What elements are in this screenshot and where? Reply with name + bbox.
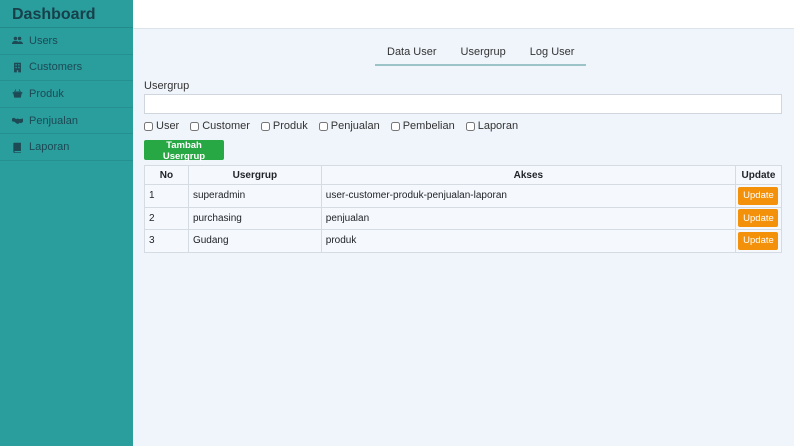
checkbox-laporan-box[interactable] — [465, 121, 475, 131]
column-header-akses: Akses — [320, 165, 736, 185]
cell-akses: user-customer-produk-penjualan-laporan — [320, 184, 736, 208]
table-row: 2 purchasing penjualan Update — [144, 206, 783, 230]
sidebar-item-label: Produk — [29, 87, 64, 100]
sidebar-item-label: Users — [29, 34, 58, 47]
table-row: 1 superadmin user-customer-produk-penjua… — [144, 184, 783, 208]
access-checkboxes: User Customer Produk Penjualan Pembelian… — [144, 120, 529, 132]
checkbox-pembelian-box[interactable] — [390, 121, 400, 131]
cell-update: Update — [734, 229, 783, 253]
checkbox-label: Pembelian — [402, 120, 455, 132]
sidebar-item-customers[interactable]: Customers — [0, 55, 133, 82]
tab-data-user[interactable]: Data User — [375, 42, 449, 64]
update-button[interactable]: Update — [738, 209, 779, 228]
checkbox-customer[interactable]: Customer — [190, 120, 250, 132]
sidebar-item-laporan[interactable]: Laporan — [0, 134, 133, 161]
cell-no: 2 — [144, 206, 189, 230]
checkbox-user[interactable]: User — [144, 120, 179, 132]
cell-usergrup: superadmin — [187, 184, 322, 208]
top-bar — [133, 0, 794, 29]
checkbox-label: Laporan — [477, 120, 519, 132]
sidebar-item-produk[interactable]: Produk — [0, 81, 133, 108]
cell-usergrup: Gudang — [187, 229, 322, 253]
checkbox-penjualan-box[interactable] — [318, 121, 328, 131]
cell-usergrup: purchasing — [187, 206, 322, 230]
main-content: Data User Usergrup Log User Usergrup Use… — [133, 29, 794, 446]
sidebar-brand[interactable]: Dashboard — [0, 0, 133, 28]
update-button[interactable]: Update — [738, 186, 779, 205]
tab-bar: Data User Usergrup Log User — [375, 42, 587, 66]
sidebar-item-label: Penjualan — [29, 114, 78, 127]
cell-akses: produk — [320, 229, 736, 253]
cell-no: 1 — [144, 184, 189, 208]
column-header-usergrup: Usergrup — [187, 165, 322, 185]
usergrup-label: Usergrup — [144, 80, 190, 92]
sidebar-item-penjualan[interactable]: Penjualan — [0, 108, 133, 135]
checkbox-customer-box[interactable] — [190, 121, 200, 131]
checkbox-penjualan[interactable]: Penjualan — [318, 120, 380, 132]
book-icon — [11, 141, 23, 153]
cell-update: Update — [734, 184, 783, 208]
column-header-no: No — [144, 165, 189, 185]
handshake-icon — [11, 115, 23, 127]
tab-log-user[interactable]: Log User — [518, 42, 587, 64]
checkbox-produk[interactable]: Produk — [260, 120, 308, 132]
usergrup-table: No Usergrup Akses Update 1 superadmin us… — [144, 165, 783, 253]
column-header-update: Update — [734, 165, 783, 185]
checkbox-pembelian[interactable]: Pembelian — [390, 120, 455, 132]
table-row: 3 Gudang produk Update — [144, 229, 783, 253]
checkbox-label: Penjualan — [330, 120, 380, 132]
checkbox-label: User — [156, 120, 180, 132]
add-usergrup-button[interactable]: Tambah Usergrup — [144, 140, 224, 162]
checkbox-produk-box[interactable] — [260, 121, 270, 131]
cell-akses: penjualan — [320, 206, 736, 230]
sidebar-item-label: Customers — [29, 61, 83, 74]
sidebar-item-label: Laporan — [29, 141, 70, 154]
checkbox-user-box[interactable] — [144, 121, 153, 131]
checkbox-label: Customer — [202, 120, 250, 132]
sidebar-item-users[interactable]: Users — [0, 28, 133, 55]
table-header-row: No Usergrup Akses Update — [144, 165, 783, 185]
sidebar: Dashboard Users Customers Produk Penjual… — [0, 0, 133, 446]
users-icon — [11, 35, 23, 47]
basket-icon — [11, 88, 23, 100]
cell-update: Update — [734, 206, 783, 230]
building-icon — [11, 61, 23, 73]
checkbox-label: Produk — [272, 120, 308, 132]
tab-usergrup[interactable]: Usergrup — [449, 42, 518, 64]
checkbox-laporan[interactable]: Laporan — [465, 120, 519, 132]
update-button[interactable]: Update — [738, 231, 779, 250]
usergrup-input[interactable] — [144, 94, 782, 114]
cell-no: 3 — [144, 229, 189, 253]
